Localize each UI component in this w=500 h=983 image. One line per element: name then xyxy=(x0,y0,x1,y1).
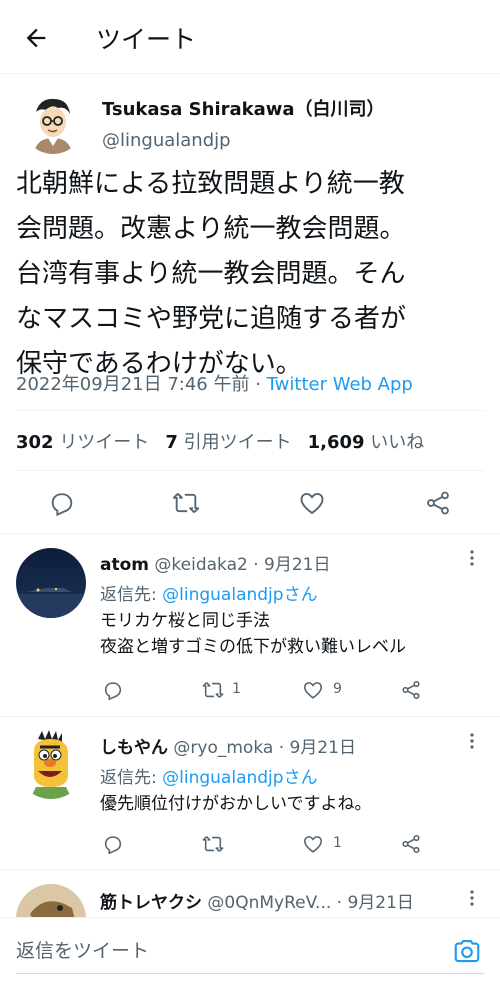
replying-to-link[interactable]: @lingualandjpさん xyxy=(162,585,317,605)
reply-like-count: 9 xyxy=(333,681,342,697)
reply-text-line: 優先順位付けがおかしいですよね。 xyxy=(100,794,372,814)
reply-icon[interactable] xyxy=(48,489,76,517)
like-icon[interactable] xyxy=(302,833,324,855)
tweet-meta: 2022年09月21日 7:46 午前 · Twitter Web App xyxy=(16,370,413,396)
more-icon[interactable] xyxy=(462,888,482,908)
quotes-label: 引用ツイート xyxy=(183,432,292,453)
author-handle[interactable]: @lingualandjp xyxy=(102,130,231,151)
reply-text-line: 夜盗と増すゴミの低下が救い難いレベル xyxy=(100,637,406,657)
retweets-stat[interactable]: 302 リツイート xyxy=(16,432,149,453)
reply-like-count: 1 xyxy=(333,835,342,851)
like-icon[interactable] xyxy=(302,679,324,701)
reply-tweet[interactable]: 筋トレヤクシ @0QnMyReV... · 9月21日 xyxy=(0,870,500,917)
share-icon[interactable] xyxy=(400,679,422,701)
reply-author-handle[interactable]: @0QnMyReV... xyxy=(207,893,331,913)
reply-text-line: モリカケ桜と同じ手法 xyxy=(100,611,270,631)
replying-to-prefix: 返信先: xyxy=(100,585,163,605)
author-name[interactable]: Tsukasa Shirakawa（白川司） xyxy=(102,95,385,121)
reply-tweet[interactable]: しもやん @ryo_moka · 9月21日 返信先: @lingualandj… xyxy=(0,717,500,870)
divider xyxy=(16,470,484,471)
reply-date[interactable]: · 9月21日 xyxy=(279,738,356,758)
retweets-label: リツイート xyxy=(59,432,150,453)
retweet-icon[interactable] xyxy=(172,489,200,517)
tweet-actions xyxy=(0,485,500,521)
retweet-count: 302 xyxy=(16,432,54,453)
tweet-text-line: 台湾有事より統一教会問題。そん xyxy=(16,259,406,289)
reply-author-handle[interactable]: @ryo_moka xyxy=(173,738,273,758)
meta-separator: · xyxy=(249,374,267,395)
reply-author-name[interactable]: 筋トレヤクシ xyxy=(100,893,202,913)
tweet-text-line: 北朝鮮による拉致問題より統一教 xyxy=(16,169,405,199)
more-icon[interactable] xyxy=(462,731,482,751)
quote-count: 7 xyxy=(165,432,178,453)
tweet-source-link[interactable]: Twitter Web App xyxy=(267,374,413,395)
likes-label: いいね xyxy=(370,432,425,453)
like-count: 1,609 xyxy=(307,432,365,453)
reply-retweet-count: 1 xyxy=(232,681,241,697)
reply-text: モリカケ桜と同じ手法 夜盗と増すゴミの低下が救い難いレベル xyxy=(100,608,406,660)
more-icon[interactable] xyxy=(462,548,482,568)
reply-header: しもやん @ryo_moka · 9月21日 xyxy=(100,733,356,758)
tweet-timestamp[interactable]: 2022年09月21日 7:46 午前 xyxy=(16,374,249,395)
replying-to-link[interactable]: @lingualandjpさん xyxy=(162,768,317,788)
tweet-text-line: なマスコミや野党に追随する者が xyxy=(16,304,407,334)
reply-avatar[interactable] xyxy=(16,729,86,799)
reply-date[interactable]: · 9月21日 xyxy=(337,893,414,913)
tweet-text-line: 会問題。改憲より統一教会問題。 xyxy=(16,214,406,244)
reply-text: 優先順位付けがおかしいですよね。 xyxy=(100,791,372,817)
share-icon[interactable] xyxy=(424,489,452,517)
share-icon[interactable] xyxy=(400,833,422,855)
likes-stat[interactable]: 1,609 いいね xyxy=(308,432,425,453)
reply-author-handle[interactable]: @keidaka2 xyxy=(154,555,247,575)
quotes-stat[interactable]: 7 引用ツイート xyxy=(165,432,291,453)
reply-composer: 返信をツイート xyxy=(0,917,500,983)
tweet-text: 北朝鮮による拉致問題より統一教 会問題。改憲より統一教会問題。 台湾有事より統一… xyxy=(16,162,486,387)
replying-to: 返信先: @lingualandjpさん xyxy=(100,580,318,605)
reply-date[interactable]: · 9月21日 xyxy=(253,555,330,575)
reply-author-name[interactable]: しもやん xyxy=(100,738,168,758)
retweet-icon[interactable] xyxy=(202,833,224,855)
top-bar: ツイート xyxy=(0,0,500,74)
back-arrow-icon[interactable] xyxy=(22,24,50,52)
reply-input-underline xyxy=(16,973,484,974)
divider xyxy=(16,410,484,411)
like-icon[interactable] xyxy=(298,489,326,517)
author-avatar[interactable] xyxy=(22,92,84,154)
replying-to: 返信先: @lingualandjpさん xyxy=(100,763,318,788)
reply-input[interactable]: 返信をツイート xyxy=(16,936,149,963)
reply-avatar[interactable] xyxy=(16,884,86,917)
reply-icon[interactable] xyxy=(102,833,124,855)
reply-tweet[interactable]: atom @keidaka2 · 9月21日 返信先: @lingualandj… xyxy=(0,534,500,717)
retweet-icon[interactable] xyxy=(202,679,224,701)
reply-header: 筋トレヤクシ @0QnMyReV... · 9月21日 xyxy=(100,888,414,913)
reply-avatar[interactable] xyxy=(16,548,86,618)
camera-icon[interactable] xyxy=(452,936,482,966)
reply-author-name[interactable]: atom xyxy=(100,555,149,575)
tweet-stats: 302 リツイート 7 引用ツイート 1,609 いいね xyxy=(16,428,424,454)
reply-icon[interactable] xyxy=(102,679,124,701)
reply-header: atom @keidaka2 · 9月21日 xyxy=(100,550,331,575)
page-title: ツイート xyxy=(96,25,197,54)
replying-to-prefix: 返信先: xyxy=(100,768,163,788)
